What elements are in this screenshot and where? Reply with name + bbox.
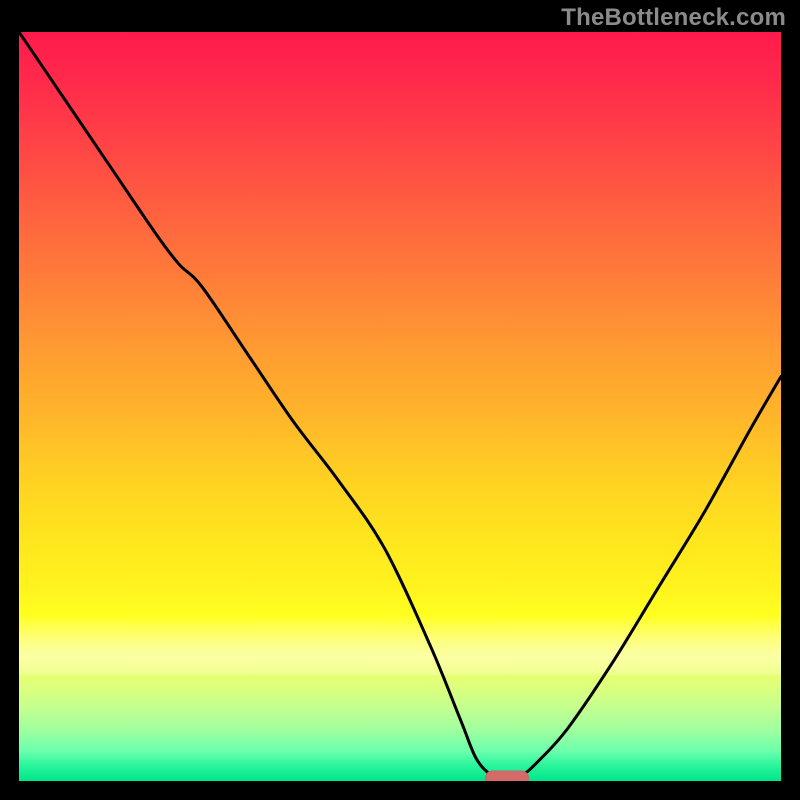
plot-area <box>19 32 781 781</box>
watermark-text: TheBottleneck.com <box>561 4 786 32</box>
bottleneck-curve <box>19 32 781 781</box>
optimal-marker <box>485 771 529 782</box>
chart-frame: TheBottleneck.com <box>0 0 800 800</box>
